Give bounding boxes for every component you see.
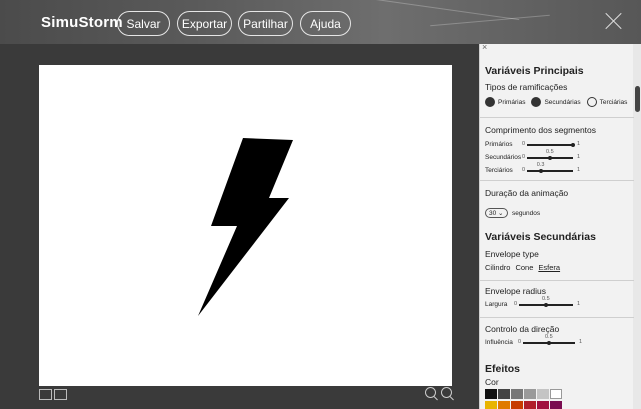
animation-duration-title: Duração da animação — [485, 188, 569, 198]
radio-label: Primárias — [498, 98, 526, 106]
segment-length-title: Comprimento dos segmentos — [485, 125, 597, 135]
view-toggle[interactable] — [39, 389, 69, 400]
color-swatch[interactable] — [537, 401, 549, 409]
divider — [480, 117, 634, 118]
slider-label: Primários — [485, 141, 513, 148]
slider-row: Secundários 0 0.5 1 — [485, 149, 633, 164]
radio-label: Secundárias — [544, 98, 581, 106]
color-swatches-row — [485, 401, 633, 409]
slider-min: 0 — [522, 154, 526, 160]
secondary-variables-section: Variáveis Secundárias Envelope type Cili… — [485, 231, 633, 272]
single-view-icon[interactable] — [39, 389, 52, 400]
color-swatch[interactable] — [524, 389, 536, 399]
slider-thumb[interactable] — [548, 156, 552, 160]
color-swatches-row — [485, 389, 633, 399]
slider-max: 1 — [577, 301, 581, 307]
color-swatch[interactable] — [485, 401, 497, 409]
envelope-option-cilindro[interactable]: Cilindro — [485, 263, 510, 272]
color-swatch[interactable] — [511, 389, 523, 399]
envelope-type-options: Cilindro Cone Esfera — [485, 263, 633, 272]
lightning-bolt-render — [198, 138, 293, 316]
help-button[interactable]: Ajuda — [300, 11, 351, 36]
section-title: Efeitos — [485, 363, 521, 375]
slider-value-label: 0.5 — [546, 149, 554, 155]
radio-label: Terciárias — [599, 98, 628, 106]
section-title: Variáveis Principais — [485, 65, 584, 77]
segment-length-section: Comprimento dos segmentos Primários 0 1 Sec… — [485, 125, 633, 177]
slider-value-label: 0.5 — [542, 296, 550, 302]
slider-max: 1 — [577, 141, 581, 147]
main-variables-section: Variáveis Principais Tipos de ramificaçõ… — [485, 65, 633, 107]
lightning-canvas[interactable] — [39, 65, 452, 386]
app-logo: SimuStorm — [41, 14, 123, 31]
color-swatch[interactable] — [537, 389, 549, 399]
slider-thumb[interactable] — [538, 169, 543, 173]
slider-max: 1 — [577, 154, 581, 160]
settings-panel: × Variáveis Principais Tipos de ramifica… — [479, 44, 641, 409]
envelope-type-label: Envelope type — [485, 249, 539, 259]
divider — [480, 280, 634, 281]
export-button[interactable]: Exportar — [177, 11, 232, 36]
color-swatch[interactable] — [550, 401, 562, 409]
save-button[interactable]: Salvar — [117, 11, 170, 36]
animation-section: Duração da animação 30 ⌄ segundos — [485, 188, 633, 220]
envelope-option-esfera[interactable]: Esfera — [538, 263, 560, 272]
divider — [480, 317, 634, 318]
color-label: Cor — [485, 377, 499, 387]
color-swatch[interactable] — [498, 389, 510, 399]
divider — [480, 180, 634, 181]
color-swatch[interactable] — [550, 389, 562, 399]
branch-type-options: Primárias Secundárias Terciárias — [485, 97, 633, 107]
animation-duration-select[interactable]: 30 ⌄ — [485, 208, 508, 218]
panel-scrollbar[interactable] — [633, 44, 641, 409]
color-swatch[interactable] — [524, 401, 536, 409]
slider-min: 0 — [522, 167, 526, 173]
slider-label: Influência — [485, 339, 513, 346]
lightning-streak-decoration — [360, 0, 520, 21]
slider-value-label: 0.3 — [536, 162, 545, 168]
radio-primarias[interactable] — [485, 97, 495, 107]
slider-track[interactable] — [527, 170, 573, 172]
slider-thumb[interactable] — [571, 143, 575, 147]
slider-row: Primários 0 1 — [485, 138, 633, 151]
panel-close-icon[interactable]: × — [482, 44, 487, 52]
envelope-radius-section: Envelope radius Largura 0 0.5 1 — [485, 286, 633, 311]
slider-value-label: 0.5 — [545, 334, 553, 340]
slider-min: 0 — [514, 301, 518, 307]
slider-max: 1 — [579, 339, 583, 345]
slider-thumb[interactable] — [547, 341, 551, 345]
slider-max: 1 — [577, 167, 581, 173]
zoom-in-icon[interactable] — [425, 387, 439, 401]
color-swatch[interactable] — [485, 389, 497, 399]
animation-unit: segundos — [511, 210, 541, 217]
direction-label: Controlo da direção — [485, 324, 560, 334]
slider-min: 0 — [522, 141, 526, 147]
slider-row: Largura 0 0.5 1 — [485, 296, 633, 311]
section-title: Variáveis Secundárias — [485, 231, 596, 243]
direction-section: Controlo da direção Influência 0 0.5 1 — [485, 324, 633, 349]
close-icon[interactable] — [605, 12, 623, 30]
share-button[interactable]: Partilhar — [238, 11, 293, 36]
color-swatch[interactable] — [498, 401, 510, 409]
top-bar: SimuStorm Salvar Exportar Partilhar Ajud… — [0, 0, 641, 44]
effects-section: Efeitos Cor — [485, 363, 633, 409]
envelope-radius-label: Envelope radius — [485, 286, 546, 296]
zoom-out-icon[interactable] — [441, 387, 455, 401]
list-view-icon[interactable] — [54, 389, 67, 400]
branch-types-label: Tipos de ramificações — [485, 82, 568, 92]
slider-row: Influência 0 0.5 1 — [485, 334, 633, 349]
slider-min: 0 — [518, 339, 522, 345]
radio-secundarias[interactable] — [531, 97, 542, 107]
slider-label: Terciários — [485, 167, 513, 174]
slider-row: Terciários 0 0.3 1 — [485, 162, 633, 177]
lightning-streak-decoration — [430, 14, 550, 27]
color-swatch[interactable] — [511, 401, 523, 409]
slider-track[interactable] — [527, 144, 573, 146]
radio-terciarias[interactable] — [586, 97, 597, 107]
envelope-option-cone[interactable]: Cone — [515, 263, 533, 272]
scroll-thumb[interactable] — [635, 86, 640, 112]
slider-thumb[interactable] — [544, 303, 548, 307]
slider-label: Secundários — [485, 154, 522, 161]
canvas-area — [0, 44, 479, 409]
